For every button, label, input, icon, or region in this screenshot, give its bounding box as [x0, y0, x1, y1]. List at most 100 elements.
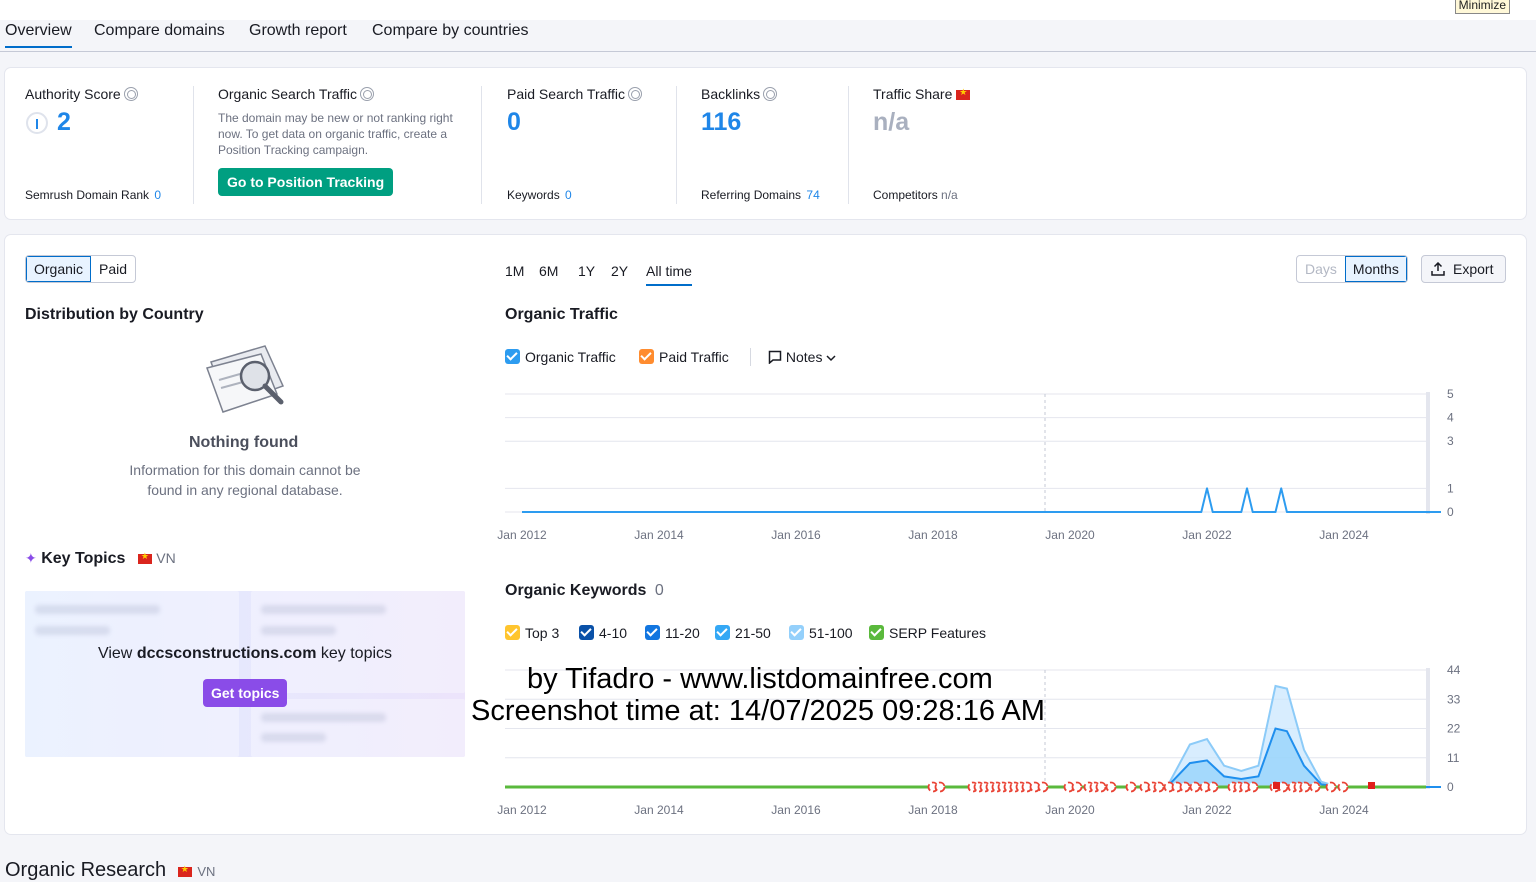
- competitors: Competitors n/a: [873, 188, 958, 202]
- granularity-months[interactable]: Months: [1344, 256, 1407, 282]
- semrush-rank-value[interactable]: 0: [154, 188, 161, 202]
- paid-keywords: Keywords 0: [507, 188, 572, 202]
- organic-research-country: VN: [197, 864, 216, 879]
- period-1y[interactable]: 1Y: [578, 263, 595, 279]
- info-icon[interactable]: [123, 87, 138, 101]
- tab-bar: Overview Compare domains Growth report C…: [0, 20, 1536, 52]
- export-label: Export: [1453, 261, 1494, 277]
- legend-paid-traffic[interactable]: Paid Traffic: [639, 349, 729, 365]
- info-icon[interactable]: [763, 87, 778, 101]
- x-tick-label: Jan 2020: [1045, 803, 1095, 817]
- organic-note: The domain may be new or not ranking rig…: [218, 111, 453, 157]
- period-6m[interactable]: 6M: [539, 263, 558, 279]
- watermark-line1: by Tifadro - www.listdomainfree.com: [527, 663, 993, 695]
- info-icon[interactable]: [628, 87, 643, 101]
- referring-domains: Referring Domains 74: [701, 188, 820, 202]
- google-update-marker-icon: [1105, 781, 1117, 793]
- toggle-paid[interactable]: Paid: [91, 256, 135, 282]
- note-icon: [768, 350, 782, 365]
- key-topics-domain: dccsconstructions.com: [136, 645, 317, 662]
- toggle-organic[interactable]: Organic: [26, 256, 92, 282]
- nothing-found-text: Information for this domain cannot be fo…: [129, 462, 361, 498]
- organic-keywords-header: Organic Keywords 0: [505, 582, 664, 600]
- authority-score-title: Authority Score: [25, 86, 121, 102]
- traffic-share-metric: Traffic Share n/a Competitors n/a: [873, 68, 1073, 219]
- x-tick-label: Jan 2024: [1319, 803, 1369, 817]
- info-icon[interactable]: [360, 87, 375, 101]
- google-update-marker-icon: [1037, 781, 1049, 793]
- divider: [750, 348, 751, 366]
- blurred-topic-card: [25, 591, 239, 757]
- organic-traffic-chart[interactable]: 0 1 3 4 5 Jan 2012 Jan 2014 Jan 2016 Jan 2018 Jan…: [490, 380, 1470, 550]
- referring-domains-value[interactable]: 74: [806, 188, 819, 202]
- paid-traffic-title: Paid Search Traffic: [507, 86, 626, 102]
- checkbox-icon: [505, 625, 520, 640]
- export-button[interactable]: Export: [1421, 255, 1506, 283]
- x-tick-label: Jan 2018: [908, 528, 958, 542]
- checkbox-icon: [789, 625, 804, 640]
- organic-traffic-metric: Organic Search Traffic The domain may be…: [218, 68, 478, 219]
- distribution-title: Distribution by Country: [25, 306, 204, 323]
- x-tick-label: Jan 2016: [771, 528, 821, 542]
- divider: [481, 86, 482, 204]
- legend-top3[interactable]: Top 3: [505, 625, 559, 641]
- blurred-line: [35, 605, 160, 614]
- legend-4-10[interactable]: 4-10: [579, 625, 627, 641]
- y-tick-label: 0: [1447, 505, 1454, 519]
- checkbox-icon: [505, 349, 520, 364]
- google-update-marker-icon: [1189, 781, 1201, 793]
- x-tick-label: Jan 2018: [908, 803, 958, 817]
- minimize-button[interactable]: Minimize: [1454, 0, 1510, 14]
- note-flag-icon: [1368, 782, 1375, 789]
- backlinks-title: Backlinks: [701, 86, 761, 102]
- organic-traffic-line: [522, 487, 1441, 513]
- google-update-marker-icon: [1337, 781, 1349, 793]
- tab-growth-report[interactable]: Growth report: [249, 22, 347, 40]
- tab-compare-domains[interactable]: Compare domains: [94, 22, 225, 40]
- x-tick-label: Jan 2022: [1182, 803, 1232, 817]
- key-topics-header: ✦ Key Topics VN: [25, 550, 176, 568]
- key-topics-panel: View dccsconstructions.com key topics Ge…: [25, 591, 465, 757]
- notes-dropdown[interactable]: Notes: [768, 349, 836, 365]
- granularity-days[interactable]: Days: [1297, 256, 1345, 282]
- organic-research-header: Organic Research VN: [5, 859, 215, 882]
- organic-traffic-chart-title: Organic Traffic: [505, 306, 618, 323]
- google-update-marker-icon: [934, 781, 946, 793]
- period-all-time[interactable]: All time: [646, 263, 692, 286]
- google-update-marker-icon: [1153, 781, 1165, 793]
- backlinks-value[interactable]: 116: [701, 108, 741, 137]
- legend-51-100[interactable]: 51-100: [789, 625, 853, 641]
- period-2y[interactable]: 2Y: [611, 263, 628, 279]
- checkbox-icon: [869, 625, 884, 640]
- google-update-marker-icon: [1179, 781, 1191, 793]
- organic-keywords-title: Organic Keywords: [505, 582, 647, 599]
- google-update-marker-icon: [1071, 781, 1083, 793]
- y-tick-label: 44: [1447, 663, 1461, 677]
- traffic-share-title: Traffic Share: [873, 86, 953, 102]
- paid-keywords-value[interactable]: 0: [565, 188, 572, 202]
- legend-11-20[interactable]: 11-20: [645, 625, 700, 641]
- x-tick-label: Jan 2012: [497, 528, 547, 542]
- legend-serp-features[interactable]: SERP Features: [869, 625, 986, 641]
- organic-traffic-title: Organic Search Traffic: [218, 86, 358, 102]
- note-flag-icon: [1273, 782, 1280, 789]
- tab-compare-by-countries[interactable]: Compare by countries: [372, 22, 529, 40]
- go-to-position-tracking-button[interactable]: Go to Position Tracking: [218, 168, 394, 196]
- legend-21-50[interactable]: 21-50: [715, 625, 771, 641]
- tab-overview[interactable]: Overview: [5, 22, 72, 48]
- period-1m[interactable]: 1M: [505, 263, 524, 279]
- checkbox-icon: [639, 349, 654, 364]
- x-tick-label: Jan 2012: [497, 803, 547, 817]
- legend-organic-traffic[interactable]: Organic Traffic: [505, 349, 616, 365]
- paid-traffic-metric: Paid Search Traffic 0 Keywords 0: [507, 68, 677, 219]
- backlinks-metric: Backlinks 116 Referring Domains 74: [701, 68, 851, 219]
- magnifier-illustration-icon: [206, 345, 285, 413]
- get-topics-button[interactable]: Get topics: [203, 679, 288, 707]
- x-tick-label: Jan 2014: [634, 803, 684, 817]
- checkbox-icon: [579, 625, 594, 640]
- blurred-line: [261, 733, 326, 742]
- paid-traffic-value[interactable]: 0: [507, 108, 521, 137]
- authority-score-metric: Authority Score 2 Semrush Domain Rank 0: [25, 68, 195, 219]
- divider: [848, 86, 849, 204]
- y-tick-label: 3: [1447, 434, 1454, 448]
